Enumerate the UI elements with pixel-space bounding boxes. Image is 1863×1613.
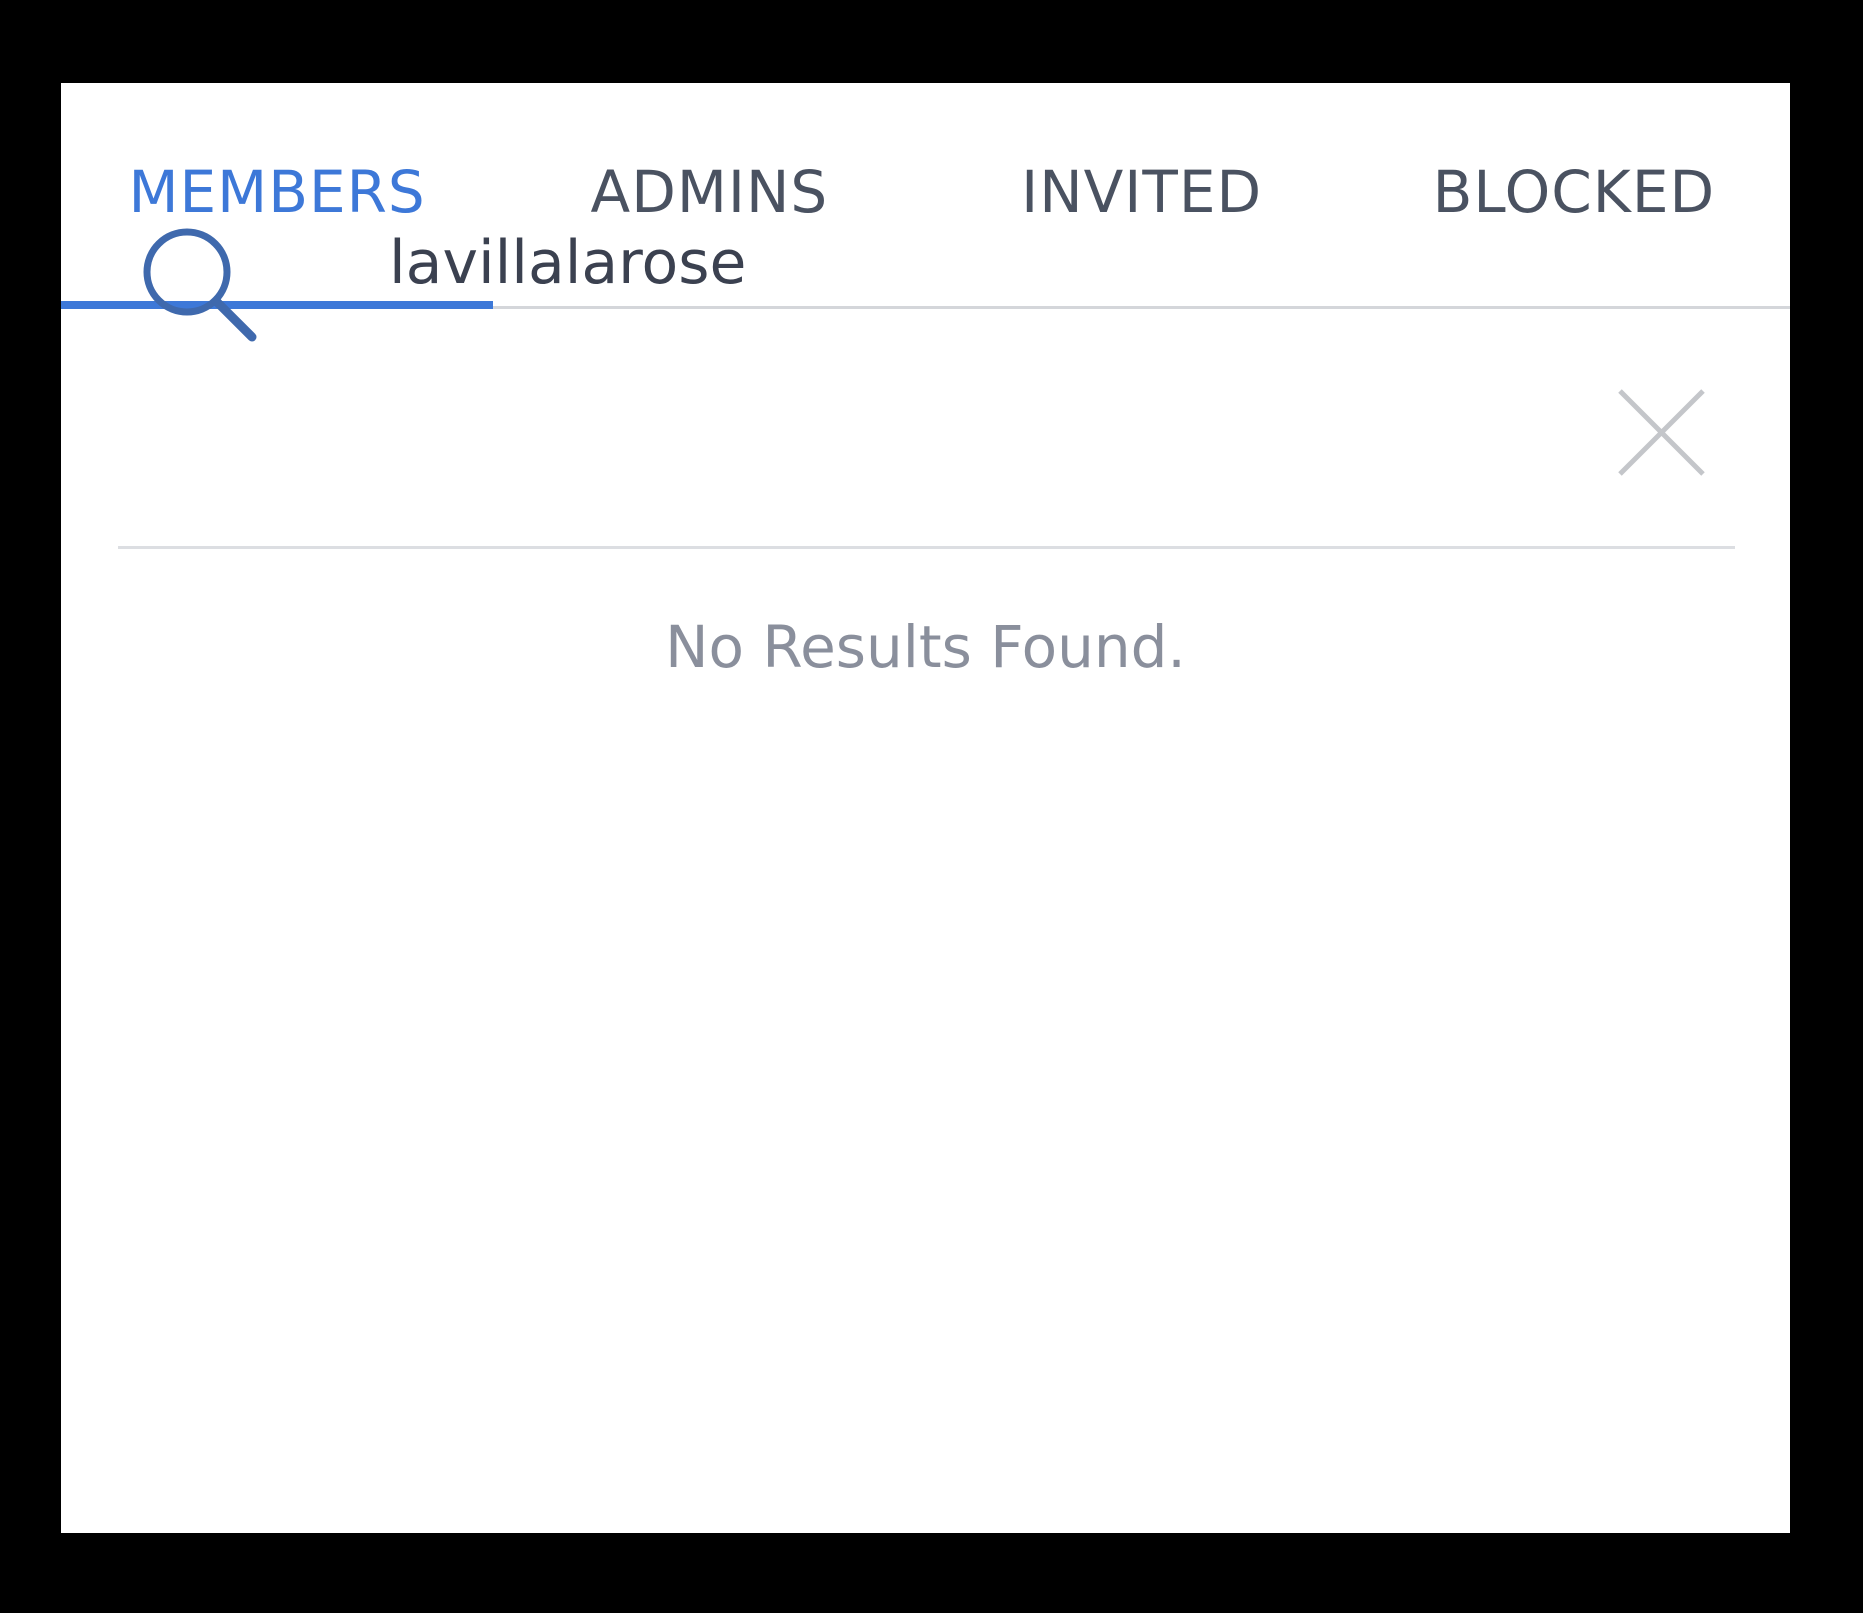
no-results-message: No Results Found. [665,613,1186,681]
search-bar [118,309,1735,549]
search-icon [143,228,257,342]
close-icon[interactable] [1614,385,1709,480]
search-input[interactable] [389,208,1589,318]
members-panel: MEMBERS ADMINS INVITED BLOCKED No Result… [61,83,1790,1533]
